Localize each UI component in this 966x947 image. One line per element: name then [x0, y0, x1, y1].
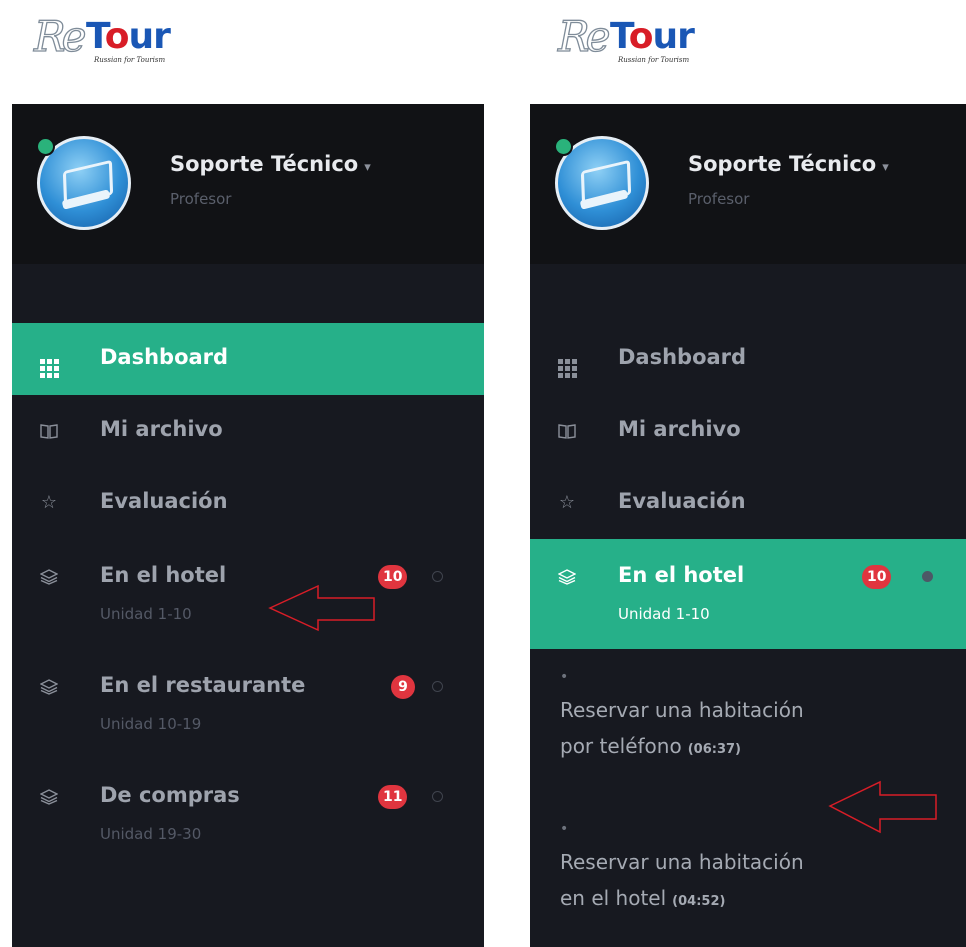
grid-icon — [556, 348, 578, 378]
lesson-duration: (06:37) — [687, 742, 741, 757]
expand-indicator[interactable] — [432, 681, 443, 692]
sidebar-menu: Dashboard Mi archivo ☆ Evaluación En el … — [12, 323, 484, 869]
logo-tour: Tour — [610, 16, 695, 57]
lesson-title-line1[interactable]: Reservar una habitación — [560, 692, 880, 728]
expand-indicator[interactable] — [432, 791, 443, 802]
online-status-dot — [36, 137, 55, 156]
menu-label: Mi archivo — [100, 417, 223, 441]
logo-tagline: Russian for Tourism — [618, 56, 690, 64]
user-name[interactable]: Soporte Técnico — [170, 152, 358, 176]
count-badge: 10 — [862, 565, 892, 589]
menu-item-en-el-restaurante[interactable]: En el restaurante Unidad 10-19 9 — [12, 649, 484, 759]
layers-icon — [38, 786, 60, 808]
layers-icon — [38, 566, 60, 588]
count-badge: 11 — [378, 785, 408, 809]
menu-item-mi-archivo[interactable]: Mi archivo — [12, 395, 484, 467]
user-profile[interactable]: Soporte Técnico ▾ Profesor — [530, 104, 966, 264]
logo-re: Re — [33, 11, 87, 61]
star-icon: ☆ — [40, 492, 58, 513]
logo-tour: Tour — [86, 16, 171, 57]
user-role: Profesor — [170, 190, 232, 208]
menu-label: De compras — [100, 783, 240, 807]
menu-sublabel: Unidad 1-10 — [618, 605, 710, 623]
menu-label: Mi archivo — [618, 417, 741, 441]
left-arrow-icon — [268, 584, 375, 632]
lesson-duration: (04:52) — [672, 894, 726, 909]
lesson-title-line2[interactable]: en el hotel — [560, 886, 666, 910]
menu-label: Evaluación — [618, 489, 746, 513]
expand-indicator[interactable] — [922, 571, 933, 582]
user-profile[interactable]: Soporte Técnico ▾ Profesor — [12, 104, 484, 264]
menu-item-evaluacion[interactable]: ☆ Evaluación — [530, 467, 966, 539]
menu-label: Dashboard — [100, 345, 229, 369]
sidebar-collapsed: Soporte Técnico ▾ Profesor Dashboard Mi a… — [12, 104, 484, 947]
layers-icon — [556, 566, 578, 588]
logo-tagline: Russian for Tourism — [94, 56, 166, 64]
user-name[interactable]: Soporte Técnico — [688, 152, 876, 176]
menu-item-en-el-hotel[interactable]: En el hotel Unidad 1-10 10 — [12, 539, 484, 649]
layers-icon — [38, 676, 60, 698]
count-badge: 9 — [391, 675, 415, 699]
menu-label: Dashboard — [618, 345, 747, 369]
retour-logo: Re Tour Russian for Tourism — [33, 11, 194, 76]
menu-item-en-el-hotel[interactable]: En el hotel Unidad 1-10 10 — [530, 539, 966, 649]
star-icon: ☆ — [558, 492, 576, 513]
lesson-item[interactable]: • Reservar una habitación por teléfono (0… — [560, 670, 880, 768]
count-badge: 10 — [378, 565, 408, 589]
online-status-dot — [554, 137, 573, 156]
menu-sublabel: Unidad 10-19 — [100, 715, 202, 733]
menu-item-dashboard[interactable]: Dashboard — [12, 323, 484, 395]
book-icon — [38, 420, 60, 442]
sidebar-menu: Dashboard Mi archivo ☆ Evaluación En el … — [530, 323, 966, 649]
menu-item-mi-archivo[interactable]: Mi archivo — [530, 395, 966, 467]
caret-down-icon[interactable]: ▾ — [882, 160, 889, 175]
menu-label: Evaluación — [100, 489, 228, 513]
bullet-icon: • — [560, 669, 569, 685]
menu-sublabel: Unidad 1-10 — [100, 605, 192, 623]
menu-label: En el hotel — [618, 563, 745, 587]
menu-item-dashboard[interactable]: Dashboard — [530, 323, 966, 395]
menu-label: En el restaurante — [100, 673, 306, 697]
expand-indicator[interactable] — [432, 571, 443, 582]
lesson-title-line2[interactable]: por teléfono — [560, 734, 682, 758]
left-arrow-icon — [828, 780, 937, 834]
retour-logo: Re Tour Russian for Tourism — [557, 11, 718, 76]
grid-icon — [38, 348, 60, 378]
book-icon — [556, 420, 578, 442]
caret-down-icon[interactable]: ▾ — [364, 160, 371, 175]
menu-item-de-compras[interactable]: De compras Unidad 19-30 11 — [12, 759, 484, 869]
menu-item-evaluacion[interactable]: ☆ Evaluación — [12, 467, 484, 539]
lesson-item[interactable]: • Reservar una habitación en el hotel (04… — [560, 822, 880, 920]
user-role: Profesor — [688, 190, 750, 208]
logo-re: Re — [557, 11, 611, 61]
lesson-title-line1[interactable]: Reservar una habitación — [560, 844, 880, 880]
menu-sublabel: Unidad 19-30 — [100, 825, 202, 843]
menu-label: En el hotel — [100, 563, 227, 587]
